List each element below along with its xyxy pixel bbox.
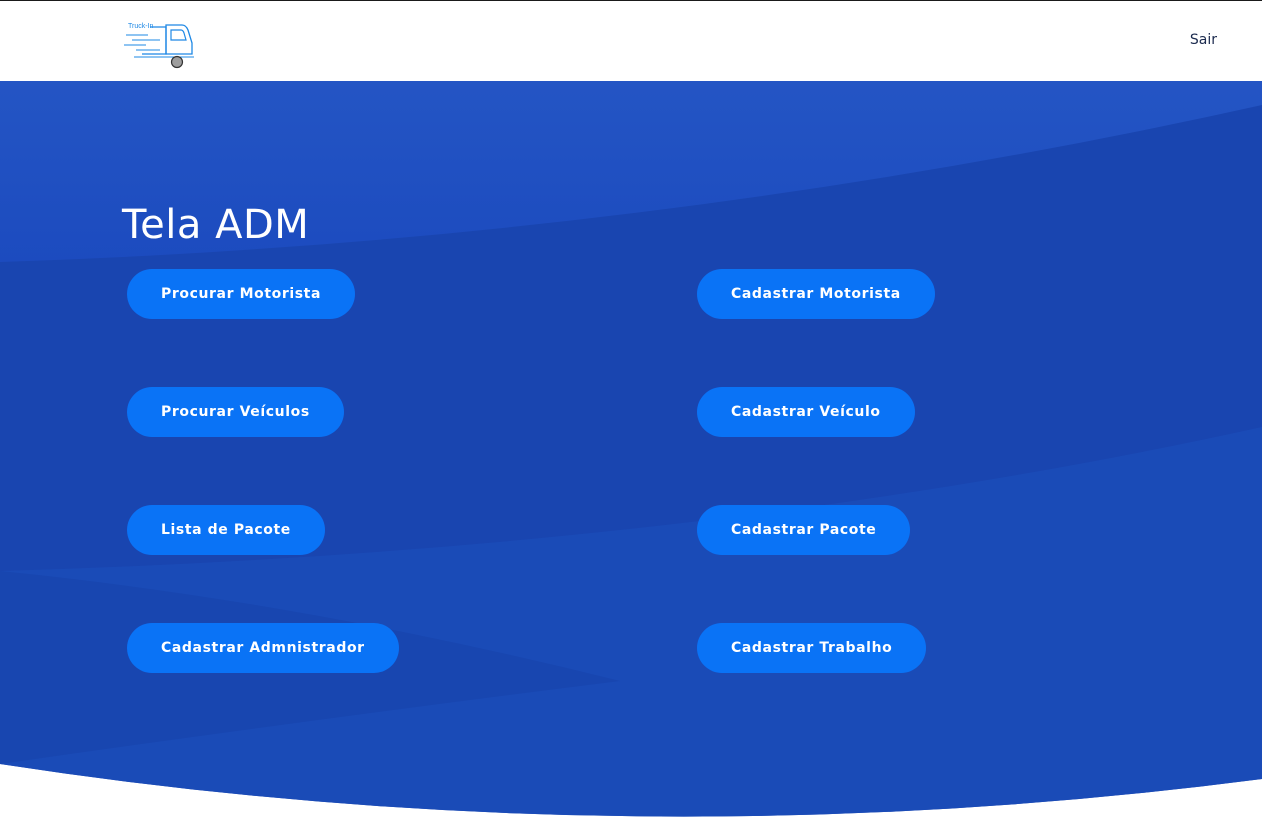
- page-title: Tela ADM: [122, 202, 310, 248]
- hero-background: [0, 81, 1262, 817]
- logo-text: Truck-In: [128, 23, 154, 30]
- register-admin-button[interactable]: Cadastrar Admnistrador: [127, 623, 399, 673]
- admin-panel: Tela ADM Procurar Motorista Cadastrar Mo…: [0, 81, 1262, 823]
- register-package-button[interactable]: Cadastrar Pacote: [697, 505, 911, 555]
- search-vehicles-button[interactable]: Procurar Veículos: [127, 387, 344, 437]
- package-list-button[interactable]: Lista de Pacote: [127, 505, 325, 555]
- register-job-button[interactable]: Cadastrar Trabalho: [697, 623, 927, 673]
- truck-in-logo[interactable]: Truck-In: [122, 21, 196, 71]
- logout-link[interactable]: Sair: [1190, 32, 1217, 48]
- register-driver-button[interactable]: Cadastrar Motorista: [697, 269, 935, 319]
- top-navbar: Truck-In Sair: [0, 1, 1262, 81]
- search-driver-button[interactable]: Procurar Motorista: [127, 269, 356, 319]
- register-vehicle-button[interactable]: Cadastrar Veículo: [697, 387, 915, 437]
